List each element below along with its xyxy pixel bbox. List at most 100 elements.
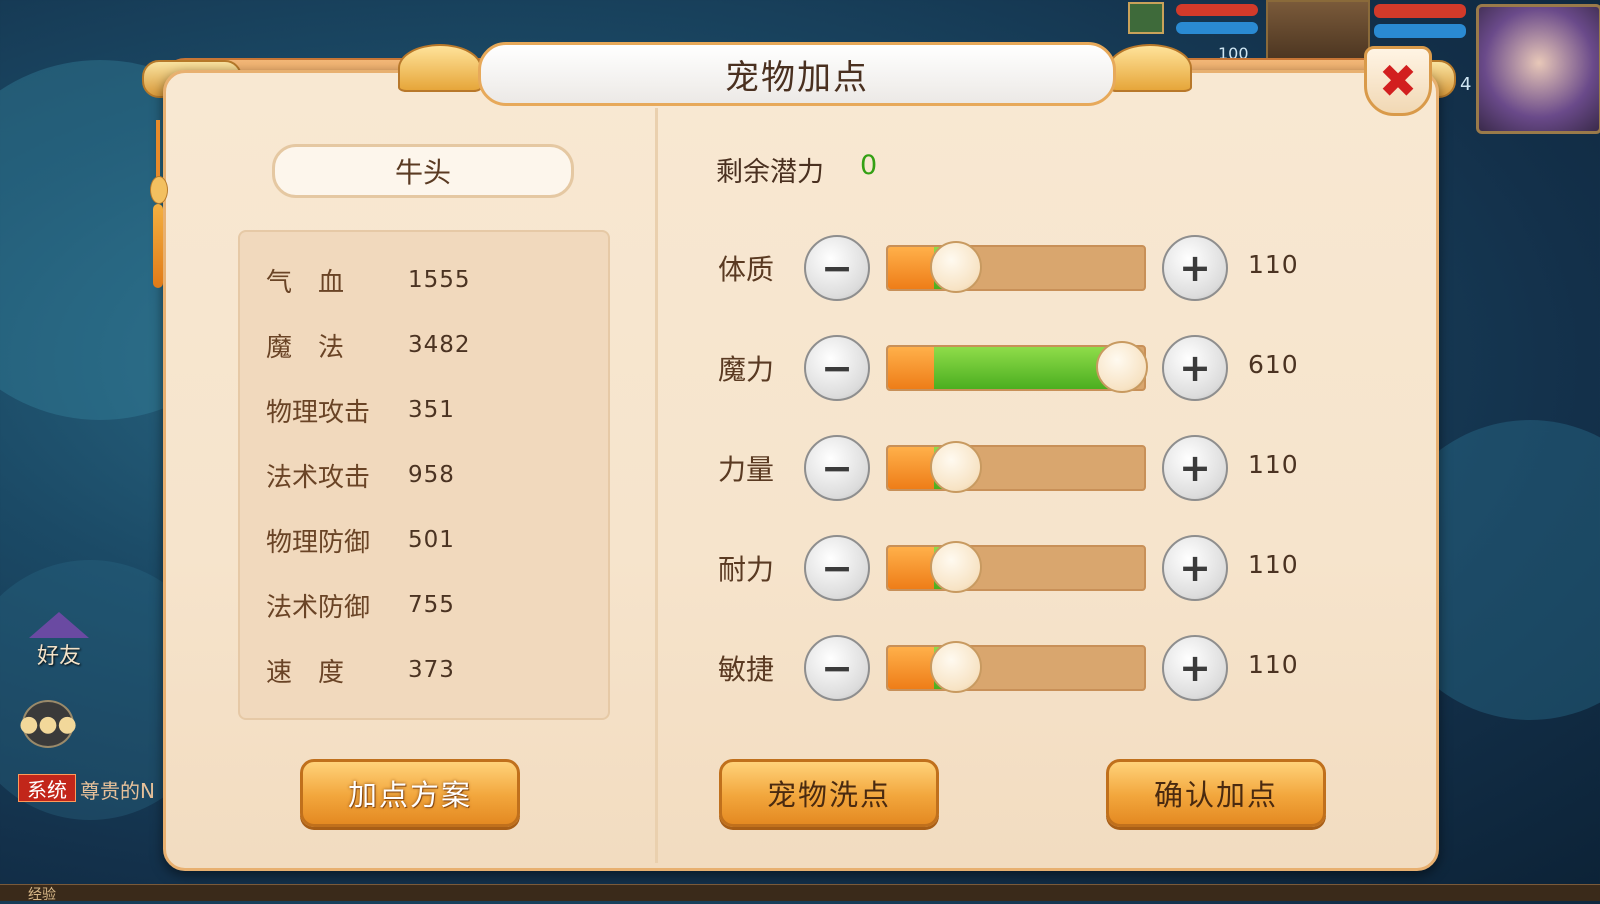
panel-divider bbox=[655, 108, 658, 863]
close-x-icon: ✖ bbox=[1378, 54, 1418, 108]
player-avatar[interactable] bbox=[1476, 4, 1600, 134]
strength-slider[interactable] bbox=[886, 441, 1146, 493]
chat-bubble-icon: ●●● bbox=[19, 711, 77, 737]
stat-label: 魔 法 bbox=[266, 332, 345, 363]
experience-bar bbox=[0, 884, 1600, 901]
map-icon[interactable] bbox=[1128, 2, 1164, 34]
increase-agility-button[interactable]: + bbox=[1162, 635, 1228, 701]
attr-value: 610 bbox=[1248, 350, 1299, 379]
stat-label: 气 血 bbox=[266, 267, 345, 298]
minus-icon: − bbox=[821, 546, 853, 590]
close-button[interactable]: ✖ bbox=[1364, 46, 1432, 116]
stat-value: 351 bbox=[408, 397, 455, 423]
player-hp-bar bbox=[1374, 4, 1466, 18]
slider-fill bbox=[888, 447, 934, 489]
attr-label: 敏捷 bbox=[718, 653, 775, 686]
attr-row-endurance: 耐力 − + 110 bbox=[700, 532, 1340, 602]
stat-label: 速 度 bbox=[266, 657, 345, 688]
pet-name: 牛头 bbox=[394, 156, 451, 189]
increase-strength-button[interactable]: + bbox=[1162, 435, 1228, 501]
slider-fill bbox=[888, 347, 934, 389]
attr-value: 110 bbox=[1248, 450, 1299, 479]
slider-fill-added bbox=[934, 347, 1120, 389]
slider-handle[interactable] bbox=[930, 441, 982, 493]
pet-hp-bar bbox=[1176, 4, 1258, 16]
pet-reset-points-button[interactable]: 宠物洗点 bbox=[719, 759, 939, 827]
system-tag: 系统 bbox=[18, 774, 76, 802]
stat-row-magic-defense: 法术防御 755 bbox=[266, 585, 455, 625]
minus-icon: − bbox=[821, 246, 853, 290]
decrease-strength-button[interactable]: − bbox=[804, 435, 870, 501]
stat-row-mp: 魔 法 3482 bbox=[266, 325, 471, 365]
decrease-constitution-button[interactable]: − bbox=[804, 235, 870, 301]
attr-label: 力量 bbox=[718, 453, 775, 486]
increase-magic-button[interactable]: + bbox=[1162, 335, 1228, 401]
plus-icon: + bbox=[1179, 646, 1211, 690]
stat-value: 501 bbox=[408, 527, 455, 553]
constitution-slider[interactable] bbox=[886, 241, 1146, 293]
slider-fill bbox=[888, 247, 934, 289]
stat-label: 法术防御 bbox=[266, 592, 371, 623]
plus-icon: + bbox=[1179, 446, 1211, 490]
attr-row-strength: 力量 − + 110 bbox=[700, 432, 1340, 502]
chat-button[interactable]: ●●● bbox=[19, 700, 77, 748]
decrease-agility-button[interactable]: − bbox=[804, 635, 870, 701]
stat-row-magic-attack: 法术攻击 958 bbox=[266, 455, 455, 495]
stat-value: 755 bbox=[408, 592, 455, 618]
plus-icon: + bbox=[1179, 246, 1211, 290]
stat-value: 958 bbox=[408, 462, 455, 488]
pet-portrait bbox=[1266, 0, 1370, 64]
attr-row-magic: 魔力 − + 610 bbox=[700, 332, 1340, 402]
points-plan-button[interactable]: 加点方案 bbox=[300, 759, 520, 827]
attr-value: 110 bbox=[1248, 550, 1299, 579]
pet-name-plaque: 牛头 bbox=[272, 144, 574, 198]
player-mp-bar bbox=[1374, 24, 1466, 38]
decrease-endurance-button[interactable]: − bbox=[804, 535, 870, 601]
player-level: 4 bbox=[1460, 74, 1472, 95]
stat-row-speed: 速 度 373 bbox=[266, 650, 455, 690]
stat-value: 373 bbox=[408, 657, 455, 683]
attr-value: 110 bbox=[1248, 650, 1299, 679]
stat-label: 物理防御 bbox=[266, 527, 371, 558]
dialog-title: 宠物加点 bbox=[725, 57, 869, 98]
attr-row-agility: 敏捷 − + 110 bbox=[700, 632, 1340, 702]
increase-constitution-button[interactable]: + bbox=[1162, 235, 1228, 301]
remaining-potential-label: 剩余潜力 bbox=[716, 157, 824, 188]
confirm-points-button[interactable]: 确认加点 bbox=[1106, 759, 1326, 827]
slider-fill bbox=[888, 547, 934, 589]
magic-slider[interactable] bbox=[886, 341, 1148, 393]
stat-row-physical-attack: 物理攻击 351 bbox=[266, 390, 455, 430]
attr-value: 110 bbox=[1248, 250, 1299, 279]
attr-label: 魔力 bbox=[718, 353, 775, 386]
remaining-potential-value: 0 bbox=[860, 150, 878, 181]
minus-icon: − bbox=[821, 446, 853, 490]
endurance-slider[interactable] bbox=[886, 541, 1146, 593]
attr-label: 耐力 bbox=[718, 553, 775, 586]
dialog-title-plaque: 宠物加点 bbox=[478, 42, 1116, 106]
plus-icon: + bbox=[1179, 546, 1211, 590]
experience-label: 经验 bbox=[28, 887, 56, 903]
slider-handle[interactable] bbox=[930, 641, 982, 693]
decrease-magic-button[interactable]: − bbox=[804, 335, 870, 401]
stat-label: 物理攻击 bbox=[266, 397, 371, 428]
minus-icon: − bbox=[821, 646, 853, 690]
slider-handle[interactable] bbox=[1096, 341, 1148, 393]
stat-label: 法术攻击 bbox=[266, 462, 371, 493]
attr-row-constitution: 体质 − + 110 bbox=[700, 232, 1340, 302]
increase-endurance-button[interactable]: + bbox=[1162, 535, 1228, 601]
slider-handle[interactable] bbox=[930, 241, 982, 293]
pet-stats-box: 气 血 1555 魔 法 3482 物理攻击 351 法术攻击 958 物理防御… bbox=[238, 230, 610, 720]
slider-handle[interactable] bbox=[930, 541, 982, 593]
stat-row-hp: 气 血 1555 bbox=[266, 260, 471, 300]
minus-icon: − bbox=[821, 346, 853, 390]
friends-hat-icon bbox=[29, 612, 89, 638]
pet-hud[interactable]: 100 bbox=[1172, 0, 1370, 64]
system-message: 尊贵的N bbox=[80, 779, 155, 803]
friends-button[interactable]: 好友 bbox=[26, 606, 92, 676]
attr-label: 体质 bbox=[718, 253, 775, 286]
stat-row-physical-defense: 物理防御 501 bbox=[266, 520, 455, 560]
agility-slider[interactable] bbox=[886, 641, 1146, 693]
friends-label: 好友 bbox=[36, 644, 81, 669]
title-ornament-right bbox=[1108, 44, 1192, 92]
tassel-ornament bbox=[150, 120, 168, 290]
